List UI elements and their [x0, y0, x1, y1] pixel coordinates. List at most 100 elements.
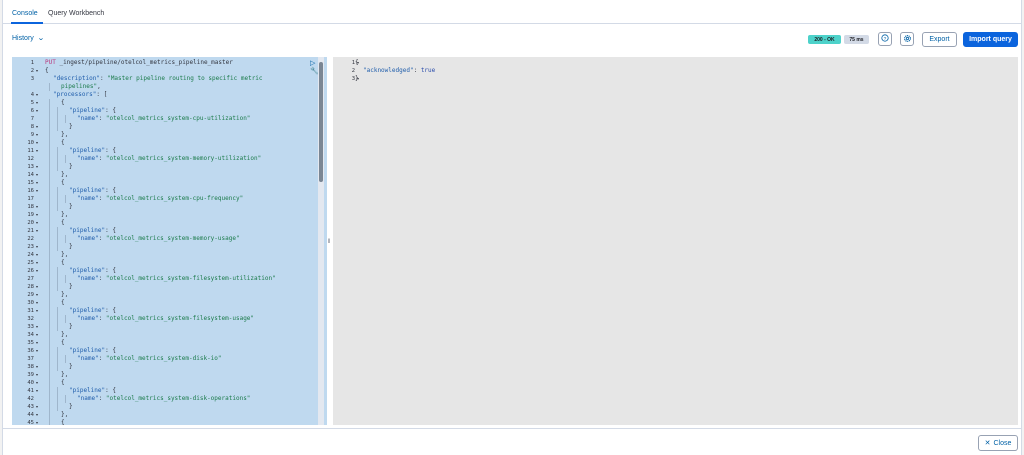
line-number: 2: [30, 68, 34, 74]
indent-guide: [49, 179, 50, 187]
fold-toggle-icon[interactable]: ▾: [36, 331, 38, 339]
request-editor[interactable]: 1 2 ▾ 3 4 ▾ 5 ▾ 6 ▾ 7 8 ▾ 9 ▾ 10 ▾ 11 ▾ 12 13 ▾ 14 ▾ 15 ▾ 16 ▾ 17 18 ▾…: [12, 57, 327, 425]
fold-toggle-icon[interactable]: ▾: [36, 123, 38, 131]
code-line: }: [69, 243, 73, 250]
fold-toggle-icon[interactable]: ▾: [36, 99, 38, 107]
fold-toggle-icon[interactable]: ▾: [36, 299, 38, 307]
indent-guide: [49, 83, 50, 91]
fold-toggle-icon[interactable]: ▾: [36, 179, 38, 187]
indent-guide: [65, 355, 66, 363]
line-number: 2: [351, 68, 355, 74]
code-line: }: [69, 123, 73, 130]
fold-toggle-icon[interactable]: ▾: [36, 139, 38, 147]
fold-toggle-icon[interactable]: ▾: [36, 267, 38, 275]
active-tab-indicator: [11, 22, 43, 24]
fold-toggle-icon[interactable]: ▾: [36, 187, 38, 195]
settings-button[interactable]: [900, 32, 914, 46]
line-number: 41: [27, 388, 34, 394]
indent-guide: [57, 187, 58, 195]
fold-toggle-icon[interactable]: ▾: [36, 323, 38, 331]
fold-toggle-icon[interactable]: ▾: [36, 411, 38, 419]
close-button[interactable]: ✕ Close: [978, 435, 1018, 451]
fold-toggle-icon[interactable]: ▾: [36, 283, 38, 291]
pane-resizer-handle[interactable]: ‖: [326, 238, 332, 246]
indent-guide: [49, 315, 50, 323]
code-line: "pipeline": {: [69, 347, 116, 354]
fold-toggle-icon[interactable]: ▾: [36, 147, 38, 155]
editor-code[interactable]: PUT _ingest/pipeline/otelcol_metrics_pip…: [43, 57, 327, 425]
indent-guide: [57, 307, 58, 315]
fold-toggle-icon[interactable]: ▾: [36, 259, 38, 267]
code-line: {: [61, 219, 65, 226]
fold-toggle-icon[interactable]: ▾: [36, 219, 38, 227]
indent-guide: [57, 235, 58, 243]
code-line: "pipeline": {: [69, 187, 116, 194]
fold-toggle-icon[interactable]: ▾: [36, 243, 38, 251]
line-number: 1: [351, 60, 355, 66]
line-number: 20: [27, 220, 34, 226]
indent-guide: [65, 195, 66, 203]
indent-guide: [49, 299, 50, 307]
indent-guide: [49, 139, 50, 147]
code-line: "processors": [: [53, 91, 108, 98]
code-line: }: [69, 403, 73, 410]
indent-guide: [57, 123, 58, 131]
indent-guide: [49, 155, 50, 163]
indent-guide: [57, 323, 58, 331]
status-badge: 200 - OK: [808, 35, 841, 44]
line-number: 32: [27, 316, 34, 322]
import-query-button[interactable]: Import query: [963, 32, 1018, 47]
fold-toggle-icon[interactable]: ▾: [36, 67, 38, 75]
tab-query-workbench[interactable]: Query Workbench: [48, 10, 104, 17]
fold-toggle-icon[interactable]: ▾: [36, 419, 38, 425]
line-number: 3: [30, 76, 34, 82]
indent-guide: [49, 219, 50, 227]
fold-toggle-icon[interactable]: ▾: [36, 291, 38, 299]
fold-toggle-icon[interactable]: ▾: [36, 163, 38, 171]
line-number: 4: [30, 92, 34, 98]
help-button[interactable]: ?: [878, 32, 892, 46]
indent-guide: [49, 99, 50, 107]
fold-toggle-icon[interactable]: ▾: [36, 371, 38, 379]
line-number: 1: [30, 60, 34, 66]
close-label: Close: [993, 439, 1012, 447]
line-number: 16: [27, 188, 34, 194]
line-number: 21: [27, 228, 34, 234]
indent-guide: [57, 315, 58, 323]
fold-toggle-icon[interactable]: ▾: [36, 107, 38, 115]
fold-toggle-icon[interactable]: ▾: [36, 339, 38, 347]
history-dropdown[interactable]: History ⌄: [12, 35, 45, 42]
export-button[interactable]: Export: [922, 32, 957, 47]
chevron-down-icon: ⌄: [36, 35, 45, 42]
fold-toggle-icon[interactable]: ▾: [36, 211, 38, 219]
fold-toggle-icon[interactable]: ▾: [36, 171, 38, 179]
fold-toggle-icon[interactable]: ▾: [36, 379, 38, 387]
code-line: {: [61, 299, 65, 306]
tab-console[interactable]: Console: [12, 10, 38, 17]
line-number: 42: [27, 396, 34, 402]
indent-guide: [65, 235, 66, 243]
code-line: },: [61, 371, 69, 378]
fold-toggle-icon[interactable]: ▾: [36, 203, 38, 211]
editor-scrollbar-thumb[interactable]: [319, 62, 323, 182]
line-number: 34: [27, 332, 34, 338]
fold-toggle-icon[interactable]: ▾: [36, 91, 38, 99]
indent-guide: [65, 395, 66, 403]
indent-guide: [49, 203, 50, 211]
code-line: pipelines",: [61, 83, 101, 90]
fold-toggle-icon[interactable]: ▾: [36, 251, 38, 259]
fold-toggle-icon[interactable]: ▾: [36, 227, 38, 235]
fold-toggle-icon[interactable]: ▾: [36, 307, 38, 315]
svg-text:?: ?: [884, 36, 887, 42]
line-number: 39: [27, 372, 34, 378]
fold-toggle-icon[interactable]: ▾: [36, 363, 38, 371]
fold-toggle-icon[interactable]: ▾: [36, 387, 38, 395]
fold-toggle-icon[interactable]: ▾: [36, 131, 38, 139]
fold-toggle-icon[interactable]: ▾: [36, 403, 38, 411]
play-icon[interactable]: ▷: [310, 60, 315, 67]
fold-toggle-icon[interactable]: ▾: [36, 347, 38, 355]
indent-guide: [49, 339, 50, 347]
indent-guide: [49, 363, 50, 371]
code-line: {: [45, 67, 49, 74]
code-line: {: [61, 259, 65, 266]
